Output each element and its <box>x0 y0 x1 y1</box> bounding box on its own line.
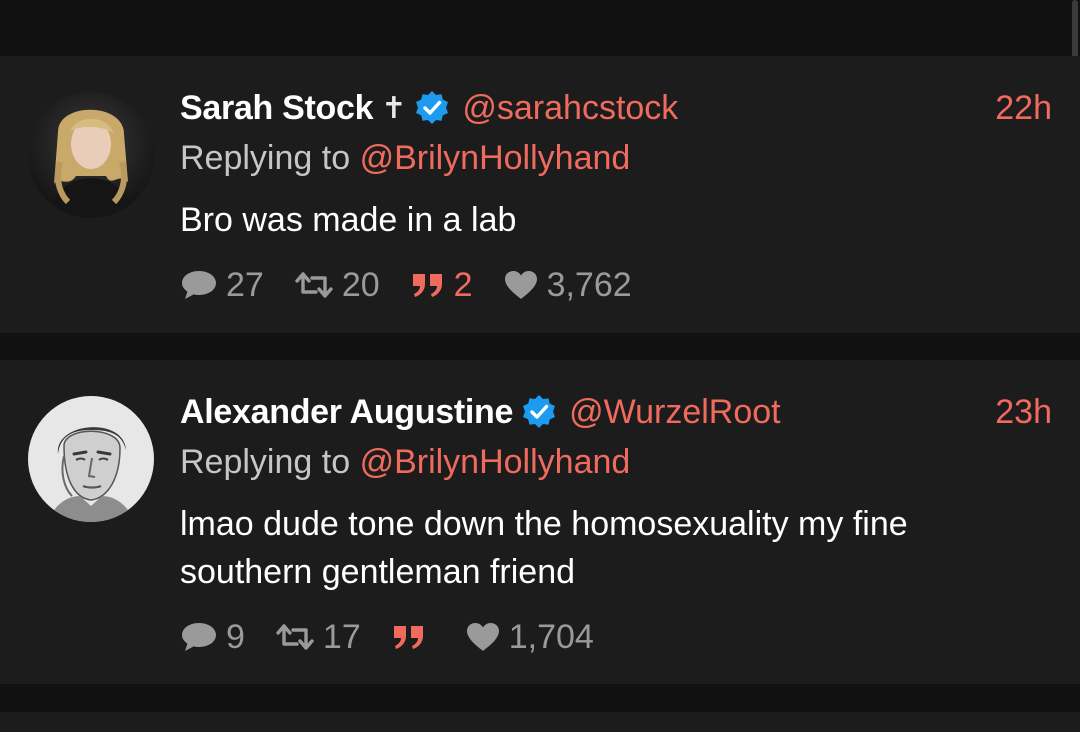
tweet-card[interactable]: Sarah Stock ✝ @sarahcstock 22h Replying … <box>0 56 1080 333</box>
tweet-header: Sarah Stock ✝ @sarahcstock <box>180 86 678 130</box>
reply-button[interactable]: 27 <box>180 262 264 308</box>
timeline: Sarah Stock ✝ @sarahcstock 22h Replying … <box>0 0 1080 732</box>
like-button[interactable]: 1,704 <box>465 614 594 660</box>
retweet-button[interactable]: 17 <box>275 614 361 660</box>
avatar[interactable] <box>28 396 154 522</box>
replying-to-handle[interactable]: @BrilynHollyhand <box>360 139 631 177</box>
tweet-header: Alexander Augustine @WurzelRoot <box>180 390 781 434</box>
retweet-count: 20 <box>341 266 380 304</box>
timestamp[interactable]: 22h <box>995 86 1052 130</box>
reply-count: 27 <box>226 266 264 304</box>
user-handle[interactable]: @sarahcstock <box>462 89 678 128</box>
replying-to-label: Replying to <box>180 139 351 177</box>
quote-count: 2 <box>453 266 473 304</box>
reply-button[interactable]: 9 <box>180 614 245 660</box>
like-icon <box>504 271 537 299</box>
replying-to-handle[interactable]: @BrilynHollyhand <box>360 443 631 481</box>
quote-button[interactable]: 2 <box>410 262 473 308</box>
cross-emoji: ✝ <box>381 91 407 125</box>
replying-to-label: Replying to <box>180 443 351 481</box>
reply-count: 9 <box>226 618 245 656</box>
tweet-card[interactable] <box>0 712 1080 732</box>
like-count: 3,762 <box>546 266 632 304</box>
verified-badge-icon <box>521 394 557 430</box>
replying-to: Replying to @BrilynHollyhand <box>180 139 630 178</box>
display-name[interactable]: Sarah Stock <box>180 89 374 128</box>
tweet-text: Bro was made in a lab <box>180 201 517 239</box>
retweet-count: 17 <box>322 618 361 656</box>
tweet-actions: 27 20 2 3,762 <box>180 262 662 308</box>
tweet-text: lmao dude tone down the homosexuality my… <box>180 505 908 591</box>
like-button[interactable]: 3,762 <box>503 262 632 308</box>
reply-icon <box>182 271 216 299</box>
retweet-button[interactable]: 20 <box>294 262 380 308</box>
timestamp[interactable]: 23h <box>995 390 1052 434</box>
tweet-actions: 9 17 1,704 <box>180 614 624 660</box>
tweet-card[interactable]: Alexander Augustine @WurzelRoot 23h Repl… <box>0 360 1080 684</box>
quote-button[interactable] <box>391 622 435 652</box>
replying-to: Replying to @BrilynHollyhand <box>180 443 630 482</box>
display-name[interactable]: Alexander Augustine <box>180 393 513 432</box>
like-icon <box>466 623 499 651</box>
retweet-icon <box>276 624 314 650</box>
retweet-icon <box>295 272 333 298</box>
verified-badge-icon <box>414 90 450 126</box>
like-count: 1,704 <box>508 618 594 656</box>
user-handle[interactable]: @WurzelRoot <box>569 393 781 432</box>
quote-icon <box>393 626 423 649</box>
quote-icon <box>412 274 442 297</box>
avatar[interactable] <box>28 92 154 218</box>
reply-icon <box>182 623 216 651</box>
